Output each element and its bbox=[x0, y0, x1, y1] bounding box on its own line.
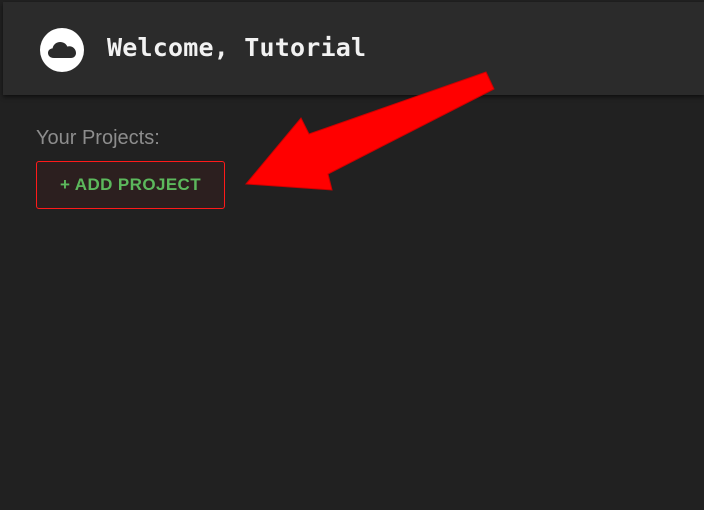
arrow-pointer-icon bbox=[244, 71, 495, 191]
page: Welcome, Tutorial Your Projects: + ADD P… bbox=[0, 0, 704, 510]
